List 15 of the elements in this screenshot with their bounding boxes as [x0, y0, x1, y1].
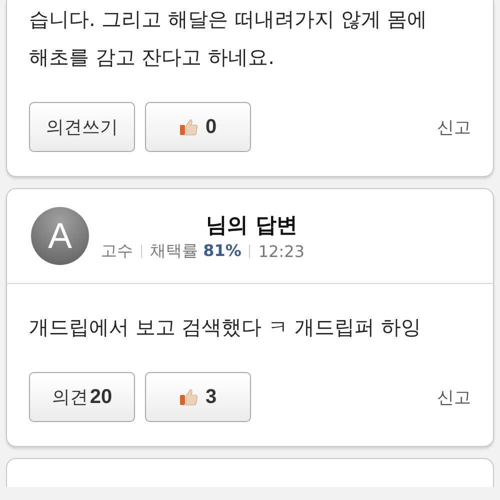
like-button[interactable]: 3 [145, 372, 251, 422]
comment-button[interactable]: 의견쓰기 [29, 102, 135, 152]
answer-title: 님의 답변 [206, 212, 298, 238]
like-button[interactable]: 0 [145, 102, 251, 152]
adoption-rate: 채택률 81% [150, 240, 242, 262]
answer-text: 개드립에서 보고 검색했다 ㅋ 개드립퍼 하잉 [28, 314, 422, 341]
comment-button[interactable]: 의견 20 [29, 372, 135, 422]
rank-label: 고수 [101, 240, 133, 262]
thumbs-up-icon [179, 387, 200, 407]
avatar[interactable]: A [31, 207, 89, 265]
report-link[interactable]: 신고 [437, 116, 471, 138]
report-link[interactable]: 신고 [437, 386, 471, 408]
thumbs-up-icon [179, 117, 200, 137]
answer-time: 12:23 [258, 242, 304, 260]
answer-text: 습니다. 그리고 해달은 떠내려가지 않게 몸에 해초를 감고 잔다고 하네요. [28, 6, 428, 71]
